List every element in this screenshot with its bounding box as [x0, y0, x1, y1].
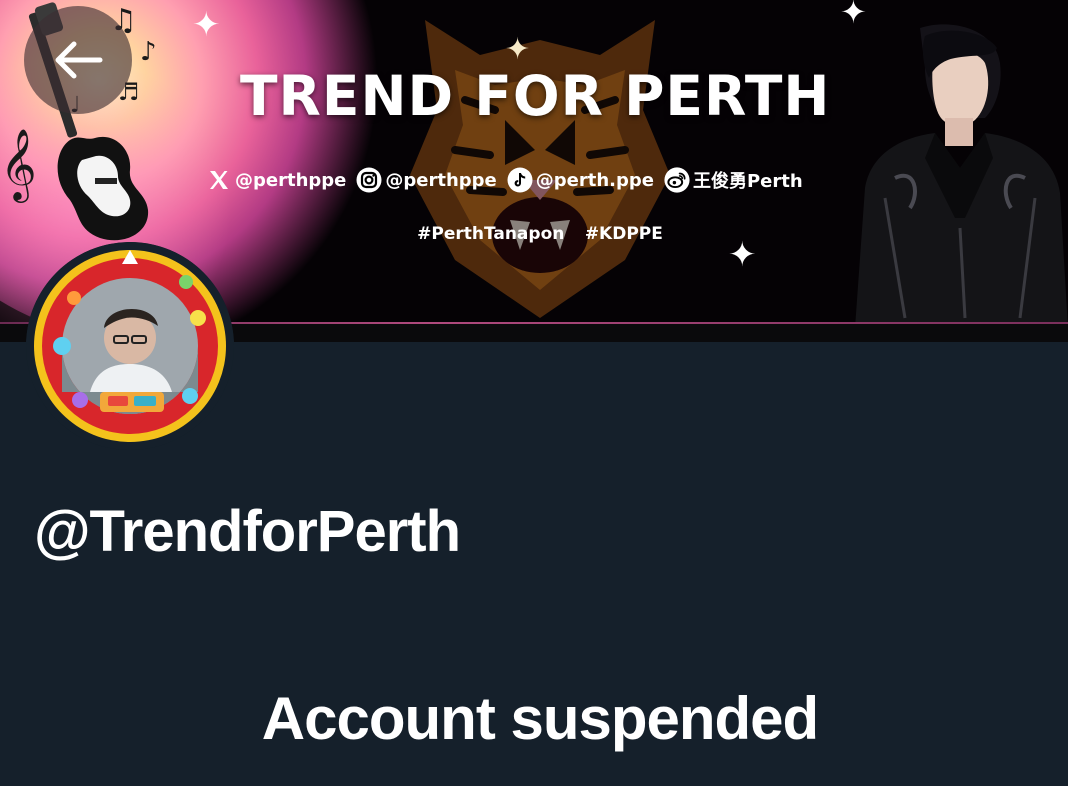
social-x: @perthppe — [206, 167, 346, 193]
social-tiktok-handle: @perth.ppe — [535, 169, 654, 191]
person-artwork — [855, 24, 1068, 328]
hashtag-kdppe: #KDPPE — [584, 224, 663, 244]
svg-text:𝄞: 𝄞 — [0, 127, 37, 203]
profile-handle: @TrendforPerth — [34, 499, 461, 564]
sparkle-icon: ✦ — [840, 0, 867, 31]
x-logo-icon — [206, 167, 232, 193]
social-x-handle: @perthppe — [235, 169, 347, 191]
avatar-image — [26, 242, 234, 450]
banner-hashtags: #PerthTanapon #KDPPE — [380, 224, 700, 244]
sparkle-icon: ✦ — [192, 5, 221, 45]
back-button[interactable] — [24, 6, 132, 114]
weibo-icon — [664, 167, 690, 193]
social-weibo: 王俊勇Perth — [664, 167, 803, 193]
banner-title: TREND FOR PERTH — [240, 64, 831, 128]
sparkle-icon: ✦ — [505, 32, 531, 67]
hashtag-perthtanapon: #PerthTanapon — [417, 224, 565, 244]
social-tiktok: @perth.ppe — [507, 167, 654, 193]
instagram-icon — [356, 167, 382, 193]
avatar[interactable] — [26, 242, 234, 450]
social-weibo-handle: 王俊勇Perth — [692, 171, 803, 192]
tiktok-icon — [507, 167, 533, 193]
banner-social-row: @perthppe @perthppe @perth.ppe 王俊勇Perth — [206, 163, 813, 197]
sparkle-icon: ✦ — [728, 235, 757, 275]
social-instagram: @perthppe — [356, 167, 497, 193]
profile-page: 𝄞 ♫ ♪ ♬ ♩ ✦ ✦ ✦ ✦ TREND FOR PERTH — [0, 0, 1068, 786]
svg-text:♪: ♪ — [140, 37, 157, 67]
account-suspended-message: Account suspended — [261, 685, 819, 752]
social-instagram-handle: @perthppe — [385, 169, 497, 191]
arrow-left-icon — [55, 41, 103, 79]
